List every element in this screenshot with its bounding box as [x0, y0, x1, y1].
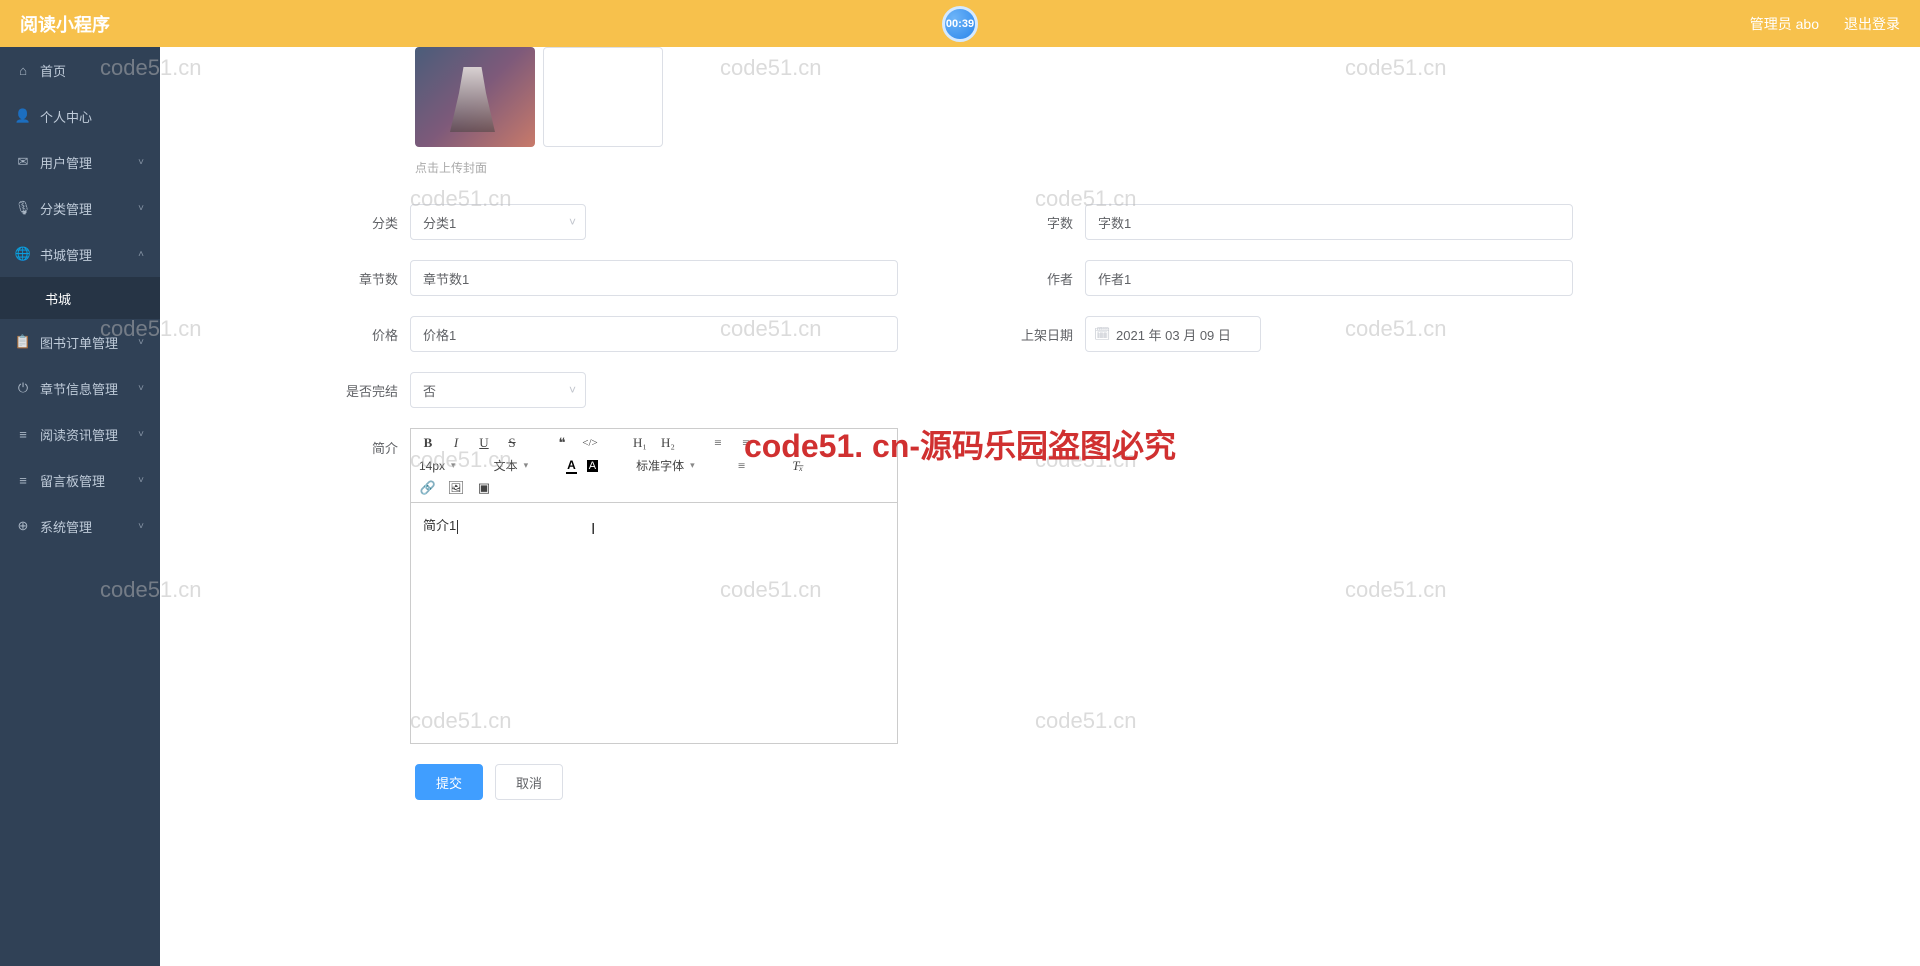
sidebar-subitem-bookstore[interactable]: 书城: [0, 277, 160, 319]
sidebar-item-label: 用户管理: [40, 153, 92, 172]
editor-toolbar: B I U S ❝ </> H₁ H₂ ≡: [411, 429, 897, 503]
chevron-down-icon: ˅: [138, 337, 144, 348]
power-icon: ⏻: [16, 380, 30, 396]
countdown-badge: 00:39: [942, 6, 978, 42]
sidebar-item-home[interactable]: ⌂ 首页: [0, 47, 160, 93]
sidebar-item-users[interactable]: ✉ 用户管理 ˅: [0, 139, 160, 185]
author-label: 作者: [930, 269, 1085, 288]
chapters-label: 章节数: [160, 269, 410, 288]
sidebar-item-label: 个人中心: [40, 107, 92, 126]
category-select[interactable]: [410, 204, 586, 240]
text-cursor: [457, 520, 458, 534]
strike-button[interactable]: S: [503, 435, 521, 451]
unordered-list-button[interactable]: ≡: [737, 435, 755, 451]
person-icon: 👤: [16, 108, 30, 124]
align-button[interactable]: ≡: [733, 458, 751, 474]
list-icon: ≡: [16, 427, 30, 442]
intro-label: 简介: [160, 428, 410, 457]
italic-button[interactable]: I: [447, 435, 465, 451]
sidebar-item-news[interactable]: ≡ 阅读资讯管理 ˅: [0, 411, 160, 457]
wordcount-label: 字数: [930, 213, 1085, 232]
listdate-picker[interactable]: 🗓 2021 年 03 月 09 日: [1085, 316, 1261, 352]
calendar-icon: 🗓: [1094, 326, 1111, 342]
list-icon: ≡: [16, 473, 30, 488]
cover-preview[interactable]: [415, 47, 535, 147]
globe-icon: 🌐: [16, 246, 30, 262]
main-content: 点击上传封面 分类 ˅ 字数: [160, 47, 1920, 966]
ordered-list-button[interactable]: ≡: [709, 435, 727, 451]
sidebar-item-category[interactable]: 🎙 分类管理 ˅: [0, 185, 160, 231]
editor-content[interactable]: 简介1 I: [411, 503, 897, 743]
home-icon: ⌂: [16, 63, 30, 78]
clipboard-icon: 📋: [16, 334, 30, 350]
chevron-down-icon: ˅: [138, 203, 144, 214]
text-format-select[interactable]: 文本▾: [494, 457, 529, 474]
cancel-button[interactable]: 取消: [495, 764, 563, 800]
chevron-down-icon: ˅: [138, 429, 144, 440]
sidebar-item-label: 首页: [40, 61, 66, 80]
mic-icon: 🎙: [16, 200, 30, 216]
h2-button[interactable]: H₂: [659, 435, 677, 451]
admin-label[interactable]: 管理员 abo: [1750, 14, 1819, 34]
author-input[interactable]: [1085, 260, 1573, 296]
logout-link[interactable]: 退出登录: [1844, 14, 1900, 34]
chevron-up-icon: ˄: [138, 249, 144, 260]
gear-icon: ⊕: [16, 518, 30, 534]
chapters-input[interactable]: [410, 260, 898, 296]
listdate-label: 上架日期: [930, 325, 1085, 344]
clear-format-button[interactable]: T̶ₓ: [789, 458, 807, 474]
link-button[interactable]: 🔗: [419, 480, 437, 496]
submit-button[interactable]: 提交: [415, 764, 483, 800]
text-caret-icon: I: [591, 521, 595, 539]
sidebar-item-label: 图书订单管理: [40, 333, 118, 352]
sidebar-item-chapters[interactable]: ⏻ 章节信息管理 ˅: [0, 365, 160, 411]
upload-hint: 点击上传封面: [415, 159, 1890, 176]
chevron-down-icon: ˅: [138, 475, 144, 486]
font-family-select[interactable]: 标准字体▾: [636, 457, 695, 474]
sidebar-item-label: 章节信息管理: [40, 379, 118, 398]
quote-button[interactable]: ❝: [553, 435, 571, 451]
listdate-value: 2021 年 03 月 09 日: [1116, 325, 1231, 344]
chevron-down-icon: ˅: [138, 383, 144, 394]
sidebar-item-orders[interactable]: 📋 图书订单管理 ˅: [0, 319, 160, 365]
sidebar-item-label: 系统管理: [40, 517, 92, 536]
sidebar-item-label: 阅读资讯管理: [40, 425, 118, 444]
category-label: 分类: [160, 213, 410, 232]
sidebar-item-label: 分类管理: [40, 199, 92, 218]
mail-icon: ✉: [16, 154, 30, 170]
sidebar-item-bookstore[interactable]: 🌐 书城管理 ˄: [0, 231, 160, 277]
intro-text: 简介1: [423, 518, 456, 533]
underline-button[interactable]: U: [475, 435, 493, 451]
sidebar-item-system[interactable]: ⊕ 系统管理 ˅: [0, 503, 160, 549]
bg-color-button[interactable]: A: [587, 460, 598, 472]
chevron-down-icon: ˅: [138, 521, 144, 532]
image-button[interactable]: 🖼: [447, 480, 465, 496]
upload-box[interactable]: [543, 47, 663, 147]
font-color-button[interactable]: A: [566, 458, 577, 474]
finished-label: 是否完结: [160, 381, 410, 400]
video-button[interactable]: ▣: [475, 480, 493, 496]
sidebar-item-profile[interactable]: 👤 个人中心: [0, 93, 160, 139]
bold-button[interactable]: B: [419, 435, 437, 451]
wordcount-input[interactable]: [1085, 204, 1573, 240]
price-input[interactable]: [410, 316, 898, 352]
fontsize-select[interactable]: 14px▾: [419, 459, 456, 473]
sidebar: ⌂ 首页 👤 个人中心 ✉ 用户管理 ˅ 🎙 分类管理 ˅ 🌐 书城管理 ˄: [0, 47, 160, 966]
rich-editor: B I U S ❝ </> H₁ H₂ ≡: [410, 428, 898, 744]
h1-button[interactable]: H₁: [631, 435, 649, 451]
app-title: 阅读小程序: [20, 11, 110, 37]
sidebar-item-label: 书城管理: [40, 245, 92, 264]
code-button[interactable]: </>: [581, 437, 599, 449]
finished-select[interactable]: [410, 372, 586, 408]
price-label: 价格: [160, 325, 410, 344]
chevron-down-icon: ˅: [138, 157, 144, 168]
sidebar-item-label: 留言板管理: [40, 471, 105, 490]
sidebar-item-guestbook[interactable]: ≡ 留言板管理 ˅: [0, 457, 160, 503]
